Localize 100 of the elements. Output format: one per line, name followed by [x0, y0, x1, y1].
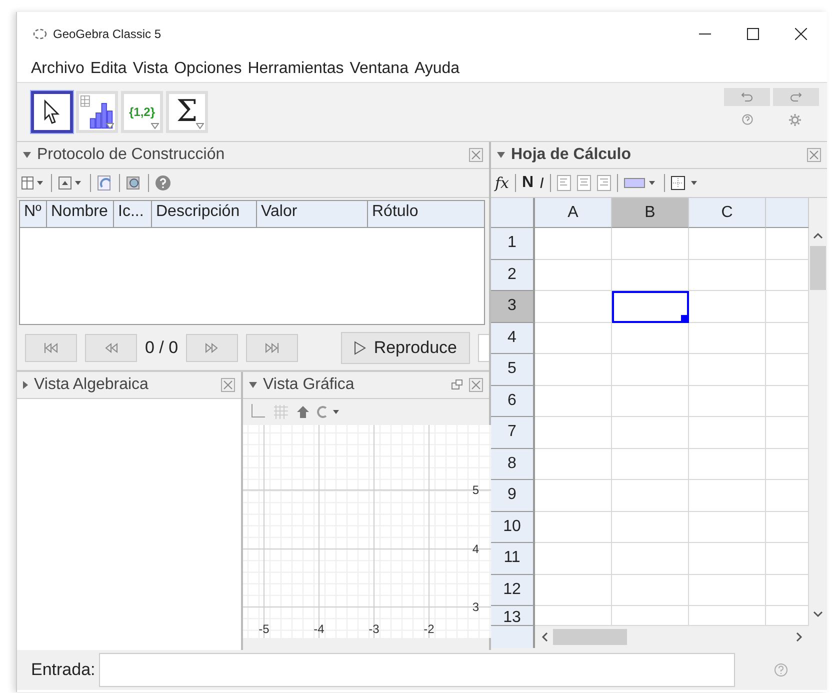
row-header[interactable]: 12	[491, 574, 535, 606]
table-cell[interactable]	[612, 574, 689, 606]
tool-button[interactable]: Σ	[166, 91, 208, 133]
table-cell[interactable]	[689, 543, 766, 574]
column-header[interactable]: B	[612, 198, 689, 228]
table-cell[interactable]	[535, 480, 612, 512]
table-cell[interactable]	[535, 354, 612, 386]
italic-button[interactable]: I	[540, 174, 544, 192]
table-cell[interactable]	[535, 260, 612, 291]
axes-icon[interactable]	[249, 404, 265, 420]
scroll-left-icon[interactable]	[541, 632, 549, 642]
table-cell[interactable]	[535, 322, 612, 354]
table-cell[interactable]	[535, 291, 612, 322]
corner-cell[interactable]	[491, 198, 535, 228]
table-cell[interactable]	[535, 543, 612, 574]
menu-item[interactable]: Edita	[90, 60, 127, 78]
next-step-button[interactable]	[186, 334, 238, 362]
play-button[interactable]: Reproduce	[340, 332, 470, 364]
table-cell[interactable]	[535, 448, 612, 480]
table-cell[interactable]	[689, 386, 766, 417]
column-header[interactable]: Rótulo	[368, 201, 484, 227]
table-cell[interactable]	[689, 448, 766, 480]
table-cell[interactable]	[689, 291, 766, 322]
row-header[interactable]: 4	[491, 322, 535, 354]
help-icon[interactable]	[155, 175, 171, 191]
fill-color-icon[interactable]	[624, 177, 658, 189]
row-header[interactable]: 9	[491, 480, 535, 512]
column-header[interactable]: Ic...	[114, 201, 152, 227]
print-preview-icon[interactable]	[126, 175, 142, 191]
table-cell[interactable]	[612, 228, 689, 260]
home-icon[interactable]	[297, 406, 309, 418]
menu-item[interactable]: Ayuda	[414, 60, 460, 78]
menu-item[interactable]: Archivo	[31, 60, 84, 78]
scroll-down-icon[interactable]	[813, 610, 823, 618]
last-step-button[interactable]	[246, 334, 298, 362]
table-cell[interactable]	[689, 417, 766, 448]
table-cell[interactable]	[689, 322, 766, 354]
table-cell[interactable]	[612, 512, 689, 543]
scroll-thumb[interactable]	[553, 629, 627, 645]
caret-icon[interactable]	[249, 382, 257, 388]
selected-cell[interactable]	[612, 291, 689, 322]
help-icon[interactable]	[774, 663, 788, 677]
row-header[interactable]: 2	[491, 260, 535, 291]
scroll-thumb[interactable]	[810, 246, 826, 290]
row-header[interactable]: 1	[491, 228, 535, 260]
table-cell[interactable]	[689, 228, 766, 260]
row-header[interactable]: 7	[491, 417, 535, 448]
row-header[interactable]: 5	[491, 354, 535, 386]
first-step-button[interactable]	[25, 334, 77, 362]
help-icon[interactable]	[742, 114, 753, 125]
caret-icon[interactable]	[23, 152, 31, 158]
table-cell[interactable]	[689, 574, 766, 606]
table-cell[interactable]	[612, 322, 689, 354]
table-cell[interactable]	[689, 480, 766, 512]
scroll-up-icon[interactable]	[813, 232, 823, 240]
row-header[interactable]: 11	[491, 543, 535, 574]
undock-icon[interactable]	[451, 379, 463, 391]
menu-item[interactable]: Herramientas	[248, 60, 344, 78]
row-header[interactable]: 3	[491, 291, 535, 322]
table-cell[interactable]	[612, 543, 689, 574]
menu-item[interactable]: Ventana	[350, 60, 408, 78]
table-cell[interactable]	[612, 480, 689, 512]
row-header[interactable]: 6	[491, 386, 535, 417]
table-cell[interactable]	[535, 228, 612, 260]
view-options-icon[interactable]	[58, 176, 84, 190]
table-cell[interactable]	[535, 417, 612, 448]
previous-step-button[interactable]	[85, 334, 137, 362]
scroll-right-icon[interactable]	[795, 632, 803, 642]
table-columns-icon[interactable]	[21, 176, 45, 190]
speed-field[interactable]	[478, 334, 489, 362]
table-cell[interactable]	[689, 260, 766, 291]
maximize-icon[interactable]	[747, 28, 759, 40]
table-cell[interactable]	[612, 417, 689, 448]
table-cell[interactable]	[689, 354, 766, 386]
table-cell[interactable]	[612, 354, 689, 386]
column-header[interactable]: Valor	[257, 201, 368, 227]
tool-button[interactable]	[31, 91, 73, 133]
column-header[interactable]: Descripción	[152, 201, 257, 227]
row-header[interactable]: 8	[491, 448, 535, 480]
menu-item[interactable]: Vista	[132, 60, 168, 78]
table-cell[interactable]	[535, 386, 612, 417]
point-capture-icon[interactable]	[317, 406, 341, 418]
undo-button[interactable]	[724, 88, 770, 106]
grid-icon[interactable]	[273, 404, 289, 420]
tool-button[interactable]: {1,2}	[121, 91, 163, 133]
formula-button[interactable]: fx	[495, 174, 510, 192]
close-icon[interactable]	[795, 28, 807, 40]
menu-item[interactable]: Opciones	[174, 60, 242, 78]
table-cell[interactable]	[612, 260, 689, 291]
table-cell[interactable]	[612, 448, 689, 480]
input-field[interactable]	[99, 653, 735, 687]
align-icon[interactable]	[556, 175, 571, 191]
caret-icon[interactable]	[23, 381, 28, 389]
table-cell[interactable]	[612, 386, 689, 417]
table-cell[interactable]	[689, 512, 766, 543]
refresh-icon[interactable]	[97, 175, 113, 191]
caret-icon[interactable]	[497, 152, 505, 158]
table-cell[interactable]	[535, 574, 612, 606]
row-header[interactable]: 13	[491, 606, 535, 626]
column-header[interactable]: Nº	[20, 201, 47, 227]
